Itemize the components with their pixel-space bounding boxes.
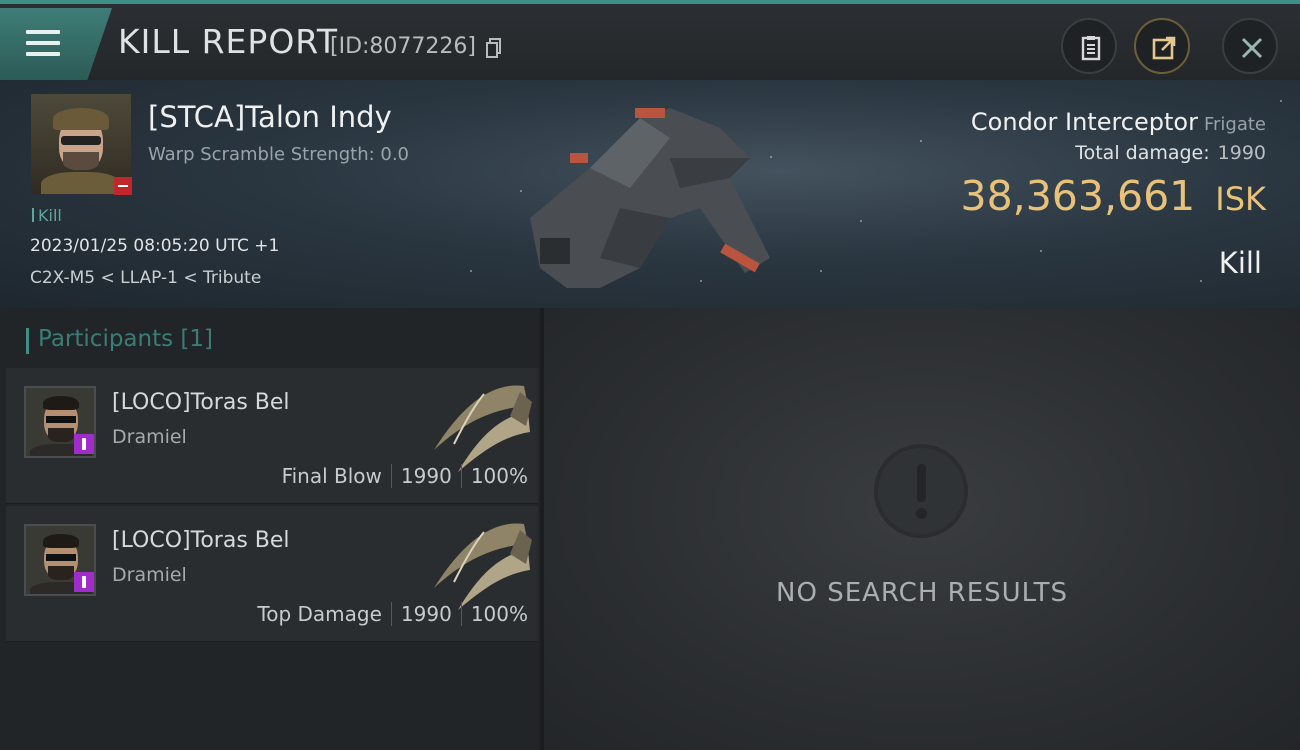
victim-ship-image [530,108,770,288]
victim-ship-class: Frigate [1203,114,1266,135]
close-button[interactable] [1222,18,1278,74]
hamburger-icon [26,30,60,63]
participant-percent: 100% [470,464,528,488]
clipboard-icon [1081,36,1101,61]
warp-scramble-strength: Warp Scramble Strength: 0.0 [148,144,410,165]
top-bar: KILL REPORT [ID:8077226] [0,0,1300,80]
isk-value: 38,363,661 ISK [961,172,1266,220]
victim-ship[interactable]: Condor Interceptor Frigate [971,108,1266,136]
clipboard-button[interactable] [1061,18,1117,74]
victim-name[interactable]: [STCA]Talon Indy [148,100,392,134]
participant-ship-icon [434,523,532,610]
participant-ship: Dramiel [112,564,187,586]
participants-header: Participants [1] [26,326,213,356]
total-damage-label: Total damage: [1075,142,1210,164]
participant-role: Top Damage [257,602,382,626]
victim-banner: [STCA]Talon Indy Warp Scramble Strength:… [0,80,1300,308]
participant-stats: Final Blow 1990 100% [282,464,528,488]
participant-percent: 100% [470,602,528,626]
participant-ship-icon [434,385,532,472]
participant-damage: 1990 [400,464,452,488]
close-icon [1241,37,1263,59]
security-status-badge [74,572,94,592]
participant-role: Final Blow [281,464,382,488]
menu-button[interactable] [0,8,112,80]
kill-timestamp: 2023/01/25 08:05:20 UTC +1 [30,236,280,256]
page-title: KILL REPORT [118,22,338,61]
participant-name[interactable]: [LOCO]Toras Bel [112,390,290,415]
participant-damage: 1990 [400,602,452,626]
participant-stats: Top Damage 1990 100% [257,602,528,626]
share-icon [1152,36,1176,60]
victim-ship-name: Condor Interceptor [970,108,1198,136]
kill-location[interactable]: C2X-M5 < LLAP-1 < Tribute [30,268,261,288]
copy-icon[interactable] [486,38,502,58]
security-status-badge [74,434,94,454]
security-status-badge [114,177,132,195]
results-panel: NO SEARCH RESULTS [544,308,1300,750]
participants-panel: Participants [1] [LOCO]Toras Bel Dramiel… [0,308,540,750]
kill-tag: Kill [32,206,62,225]
participant-row[interactable]: [LOCO]Toras Bel Dramiel Final Blow 1990 10… [6,368,538,504]
participant-name[interactable]: [LOCO]Toras Bel [112,528,290,553]
isk-amount: 38,363,661 [960,172,1196,220]
kill-tag-label: Kill [38,206,62,225]
total-damage-value: 1990 [1217,142,1266,164]
total-damage: Total damage: 1990 [1075,142,1266,164]
participant-ship: Dramiel [112,426,187,448]
result-label: Kill [1218,246,1262,280]
empty-state-text: NO SEARCH RESULTS [776,578,1068,608]
participant-row[interactable]: [LOCO]Toras Bel Dramiel Top Damage 1990 10… [6,506,538,642]
isk-unit: ISK [1215,180,1266,218]
report-id: [ID:8077226] [330,34,476,59]
exclamation-icon [874,444,968,538]
share-button[interactable] [1134,18,1190,74]
